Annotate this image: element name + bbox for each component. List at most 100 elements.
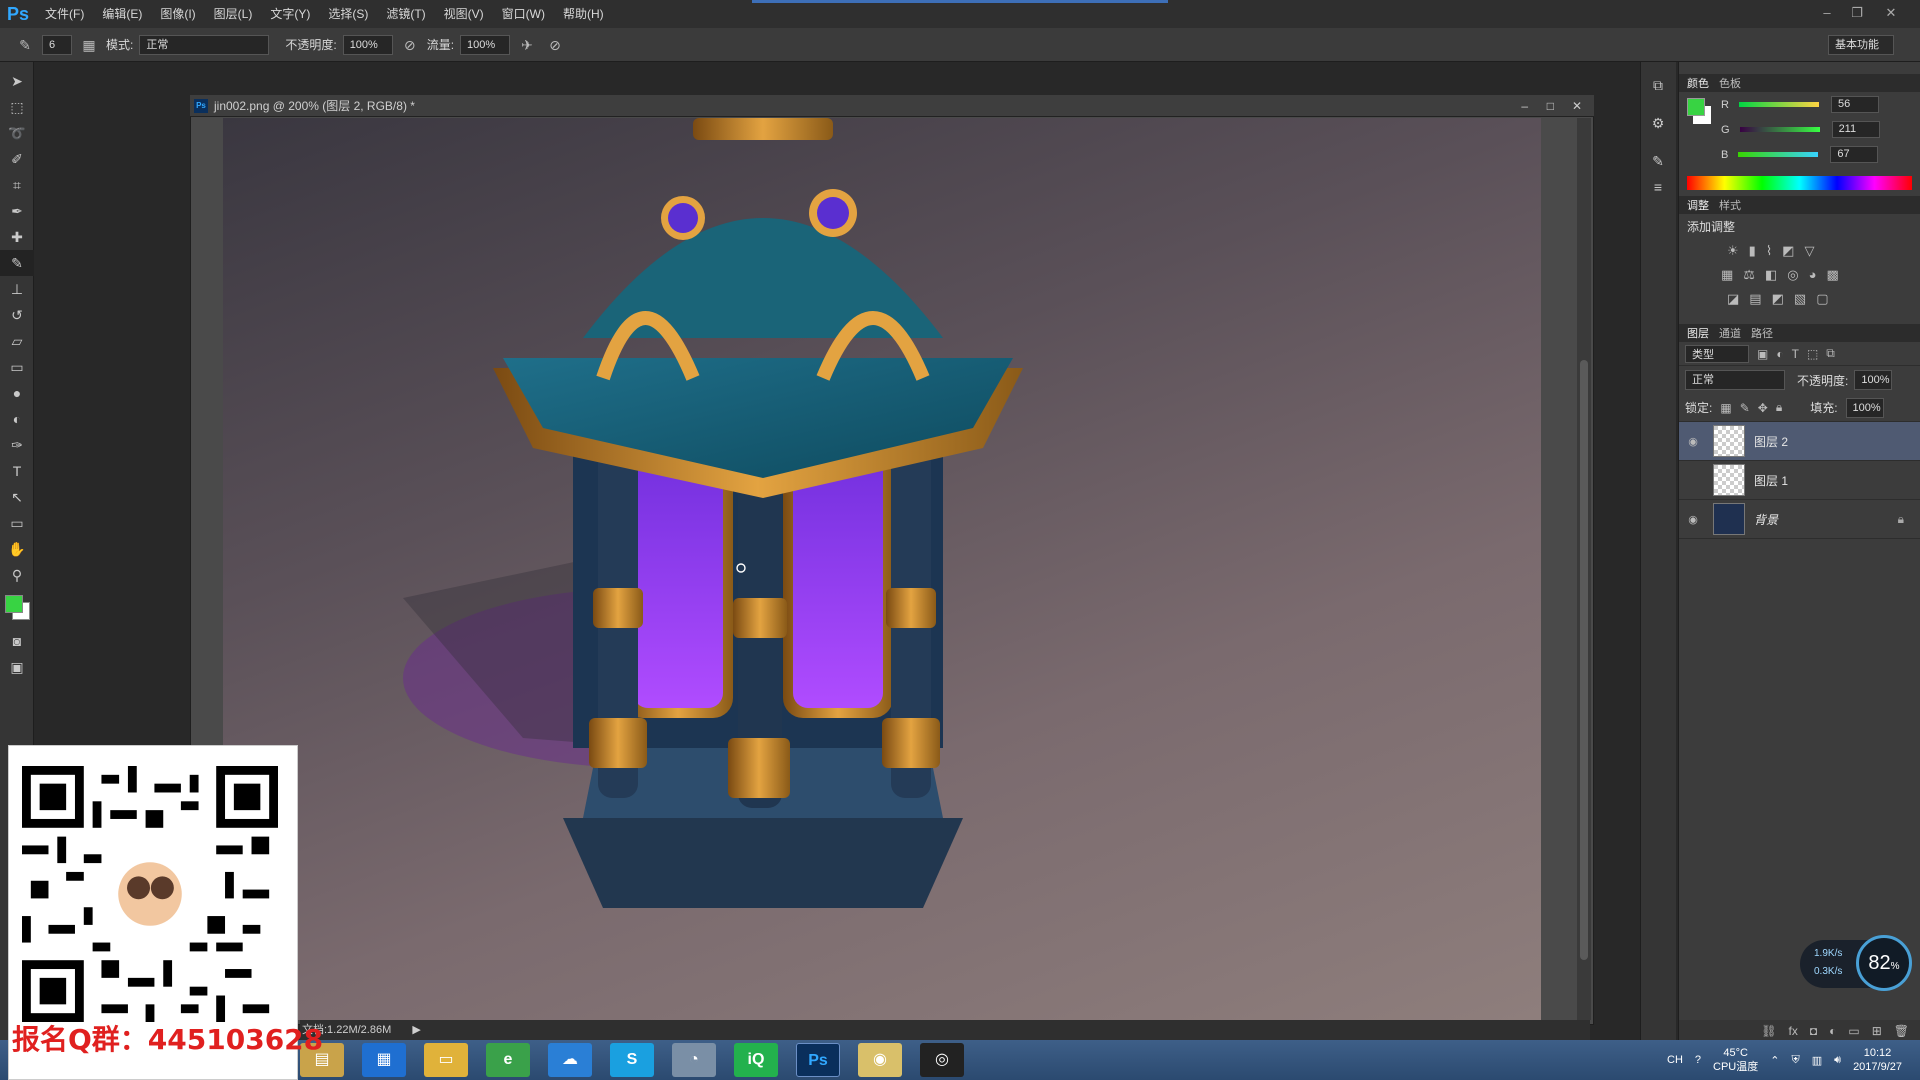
blur-tool-icon[interactable]: ● bbox=[0, 380, 34, 406]
lock-all-icon[interactable]: 🔒︎ bbox=[1776, 400, 1782, 415]
tab-color[interactable]: 颜色 bbox=[1687, 75, 1709, 91]
marquee-tool-icon[interactable]: ⬚ bbox=[0, 94, 34, 120]
menu-type[interactable]: 文字(Y) bbox=[261, 0, 319, 28]
color-swatches[interactable] bbox=[0, 588, 33, 628]
menu-select[interactable]: 选择(S) bbox=[319, 0, 377, 28]
lock-transparent-icon[interactable]: ▦ bbox=[1720, 401, 1731, 415]
g-slider[interactable] bbox=[1739, 127, 1820, 132]
pressure-size-icon[interactable]: ⊘ bbox=[544, 34, 566, 56]
canvas[interactable] bbox=[223, 118, 1541, 1020]
photo-filter-icon[interactable]: ◎ bbox=[1787, 267, 1798, 283]
fx-icon[interactable]: fx bbox=[1789, 1024, 1798, 1038]
doc-close-icon[interactable]: ✕ bbox=[1572, 99, 1582, 113]
color-spectrum[interactable] bbox=[1687, 176, 1912, 190]
new-group-icon[interactable]: ▭ bbox=[1848, 1024, 1859, 1038]
pressure-opacity-icon[interactable]: ⊘ bbox=[399, 34, 421, 56]
channel-mixer-icon[interactable]: ◕ bbox=[1809, 267, 1817, 283]
quick-select-icon[interactable]: ✐ bbox=[0, 146, 34, 172]
bw-icon[interactable]: ◧ bbox=[1765, 267, 1777, 283]
hand-tool-icon[interactable]: ✋ bbox=[0, 536, 34, 562]
brush-presets-icon[interactable]: ✎ bbox=[1641, 148, 1675, 174]
tab-swatches[interactable]: 色板 bbox=[1719, 75, 1741, 91]
menu-view[interactable]: 视图(V) bbox=[435, 0, 493, 28]
layer-row[interactable]: ◉ 背景 🔒︎ bbox=[1679, 500, 1920, 539]
layer-row[interactable]: ◉ 图层 2 bbox=[1679, 422, 1920, 461]
opacity-input[interactable]: 100% bbox=[342, 34, 393, 55]
r-slider[interactable] bbox=[1738, 102, 1819, 107]
filter-type-icon[interactable]: T bbox=[1792, 347, 1799, 361]
stamp-tool-icon[interactable]: ⊥ bbox=[0, 276, 34, 302]
filter-shape-icon[interactable]: ⬚ bbox=[1807, 347, 1818, 361]
airbrush-icon[interactable]: ✈ bbox=[516, 34, 538, 56]
shape-tool-icon[interactable]: ▭ bbox=[0, 510, 34, 536]
add-mask-icon[interactable]: ◘ bbox=[1810, 1024, 1817, 1038]
eyedropper-icon[interactable]: ✒ bbox=[0, 198, 34, 224]
type-tool-icon[interactable]: T bbox=[0, 458, 34, 484]
layer-opacity-input[interactable]: 100% bbox=[1854, 370, 1893, 390]
menu-window[interactable]: 窗口(W) bbox=[493, 0, 554, 28]
scrollbar-thumb[interactable] bbox=[1580, 360, 1588, 960]
path-select-icon[interactable]: ↖ bbox=[0, 484, 34, 510]
history-icon[interactable]: ⧉ bbox=[1641, 72, 1675, 98]
doc-maximize-icon[interactable]: □ bbox=[1547, 99, 1554, 113]
adjust-sliders-icon[interactable]: ≡ bbox=[1641, 174, 1675, 200]
new-layer-icon[interactable]: ⊞ bbox=[1872, 1024, 1882, 1038]
vibrance-icon[interactable]: ▽ bbox=[1804, 243, 1814, 259]
dodge-tool-icon[interactable]: ◐ bbox=[0, 406, 34, 432]
eraser-tool-icon[interactable]: ▱ bbox=[0, 328, 34, 354]
lock-pixels-icon[interactable]: ✎ bbox=[1740, 401, 1750, 415]
tab-channels[interactable]: 通道 bbox=[1719, 325, 1741, 341]
quick-mask-icon[interactable]: ◙ bbox=[0, 628, 34, 654]
history-brush-icon[interactable]: ↺ bbox=[0, 302, 34, 328]
color-lookup-icon[interactable]: ▩ bbox=[1826, 267, 1838, 283]
menu-image[interactable]: 图像(I) bbox=[151, 0, 204, 28]
fill-input[interactable]: 100% bbox=[1845, 397, 1884, 418]
menu-help[interactable]: 帮助(H) bbox=[554, 0, 613, 28]
shield-icon[interactable]: ⛨ bbox=[1791, 1054, 1799, 1067]
help-icon[interactable]: ? bbox=[1695, 1054, 1701, 1066]
app-icon[interactable]: ◔ bbox=[672, 1043, 716, 1077]
status-menu-arrow-icon[interactable]: ▶ bbox=[412, 1024, 420, 1036]
b-slider[interactable] bbox=[1738, 152, 1819, 157]
eye-hidden-icon[interactable] bbox=[1683, 474, 1703, 486]
brightness-icon[interactable]: ☀ bbox=[1727, 243, 1739, 259]
flow-input[interactable]: 100% bbox=[460, 34, 511, 55]
posterize-icon[interactable]: ▤ bbox=[1749, 291, 1761, 307]
b-input[interactable]: 67 bbox=[1830, 146, 1879, 163]
recorder-icon[interactable]: ◎ bbox=[920, 1043, 964, 1077]
tab-layers[interactable]: 图层 bbox=[1687, 325, 1709, 341]
iqiyi-icon[interactable]: iQ bbox=[734, 1043, 778, 1077]
volume-icon[interactable]: 🔊︎ bbox=[1834, 1054, 1841, 1067]
clock[interactable]: 10:12 2017/9/27 bbox=[1853, 1046, 1902, 1074]
task-view-icon[interactable]: ▦ bbox=[362, 1043, 406, 1077]
filter-pixel-icon[interactable]: ▣ bbox=[1757, 347, 1768, 361]
restore-icon[interactable]: ❐ bbox=[1846, 4, 1868, 22]
folder-icon[interactable]: ▭ bbox=[424, 1043, 468, 1077]
brush-panel-icon[interactable]: ▦ bbox=[78, 34, 100, 56]
minimize-icon[interactable]: – bbox=[1816, 4, 1838, 22]
network-icon[interactable]: ▥ bbox=[1812, 1054, 1822, 1067]
chrome-icon[interactable]: ◉ bbox=[858, 1043, 902, 1077]
tab-adjustments[interactable]: 调整 bbox=[1687, 197, 1709, 213]
tab-paths[interactable]: 路径 bbox=[1751, 325, 1773, 341]
gradient-map-icon[interactable]: ▧ bbox=[1794, 291, 1806, 307]
layer-row[interactable]: 图层 1 bbox=[1679, 461, 1920, 500]
memory-gauge[interactable]: 82% bbox=[1856, 935, 1912, 991]
new-adjustment-icon[interactable]: ◐ bbox=[1829, 1024, 1836, 1038]
levels-icon[interactable]: ▮ bbox=[1749, 243, 1756, 259]
menu-edit[interactable]: 编辑(E) bbox=[93, 0, 151, 28]
brush-preset-icon[interactable]: ✎ bbox=[14, 34, 36, 56]
eye-icon[interactable]: ◉ bbox=[1683, 513, 1703, 526]
lasso-tool-icon[interactable]: ➰ bbox=[0, 120, 34, 146]
menu-file[interactable]: 文件(F) bbox=[36, 0, 93, 28]
baidu-cloud-icon[interactable]: ☁ bbox=[548, 1043, 592, 1077]
photoshop-task-icon[interactable]: Ps bbox=[796, 1043, 840, 1077]
color-balance-icon[interactable]: ⚖ bbox=[1743, 267, 1755, 283]
g-input[interactable]: 211 bbox=[1831, 121, 1880, 138]
pen-tool-icon[interactable]: ✑ bbox=[0, 432, 34, 458]
mode-select[interactable]: 正常 bbox=[139, 34, 270, 55]
selective-color-icon[interactable]: ▢ bbox=[1816, 291, 1828, 307]
move-tool-icon[interactable]: ➤ bbox=[0, 68, 34, 94]
layer-filter-select[interactable]: 类型 bbox=[1685, 344, 1749, 363]
crop-tool-icon[interactable]: ⌗ bbox=[0, 172, 34, 198]
